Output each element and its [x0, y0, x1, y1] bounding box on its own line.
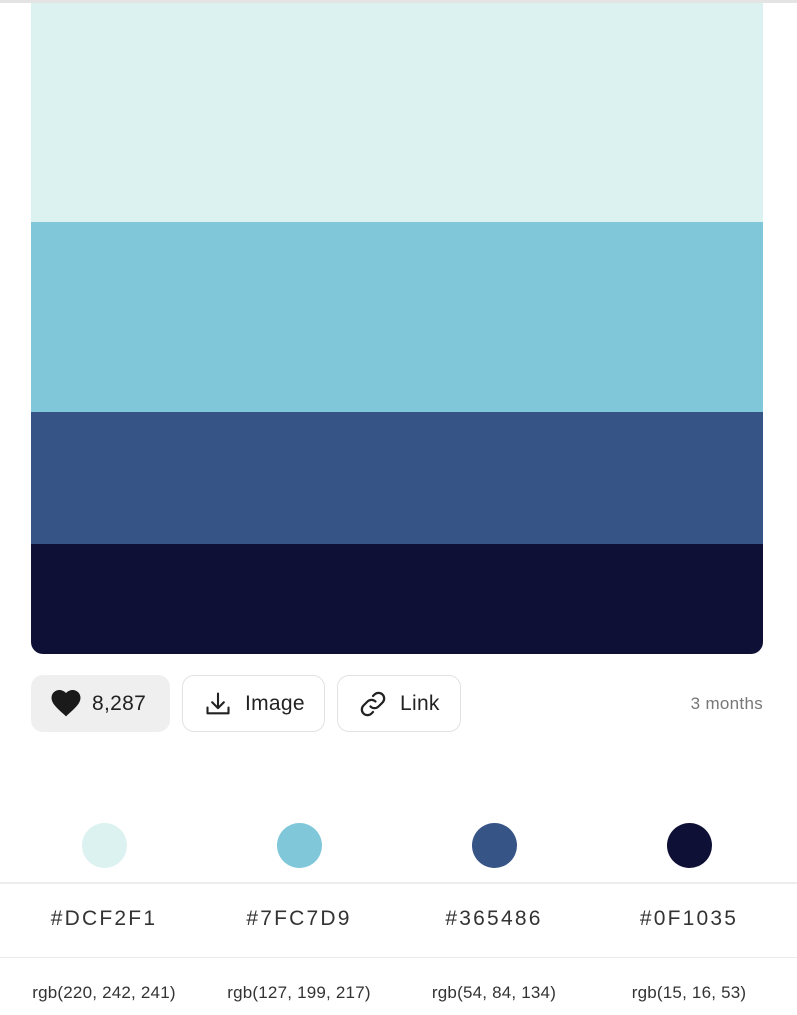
color-dots-row [0, 823, 797, 869]
image-button-label: Image [245, 691, 305, 715]
download-icon [203, 689, 233, 719]
copy-link-button[interactable]: Link [337, 675, 461, 732]
heart-icon [51, 689, 81, 719]
like-button[interactable]: 8,287 [31, 675, 170, 732]
palette-swatch-3[interactable] [31, 412, 763, 544]
palette-swatch-2[interactable] [31, 222, 763, 412]
hex-code-4[interactable]: #0F1035 [591, 907, 787, 931]
like-count: 8,287 [92, 691, 147, 715]
rgb-code-1[interactable]: rgb(220, 242, 241) [6, 983, 202, 1003]
divider [0, 882, 797, 884]
palette-page: 8,287 Image Link 3 months #DCF2F1 #7FC7D… [0, 0, 797, 1015]
download-image-button[interactable]: Image [182, 675, 325, 732]
link-icon [358, 689, 388, 719]
rgb-code-3[interactable]: rgb(54, 84, 134) [396, 983, 592, 1003]
color-dot-3[interactable] [472, 823, 517, 868]
palette-age: 3 months [690, 694, 763, 713]
color-dot-1[interactable] [82, 823, 127, 868]
divider [0, 957, 797, 958]
hex-code-1[interactable]: #DCF2F1 [6, 907, 202, 931]
color-dot-4[interactable] [667, 823, 712, 868]
hex-code-2[interactable]: #7FC7D9 [201, 907, 397, 931]
palette-actions: 8,287 Image Link 3 months [31, 675, 763, 732]
rgb-code-2[interactable]: rgb(127, 199, 217) [201, 983, 397, 1003]
rgb-code-4[interactable]: rgb(15, 16, 53) [591, 983, 787, 1003]
palette-preview[interactable] [31, 3, 763, 654]
palette-swatch-4[interactable] [31, 544, 763, 654]
hex-code-3[interactable]: #365486 [396, 907, 592, 931]
palette-swatch-1[interactable] [31, 3, 763, 222]
color-dot-2[interactable] [277, 823, 322, 868]
link-button-label: Link [400, 691, 440, 715]
